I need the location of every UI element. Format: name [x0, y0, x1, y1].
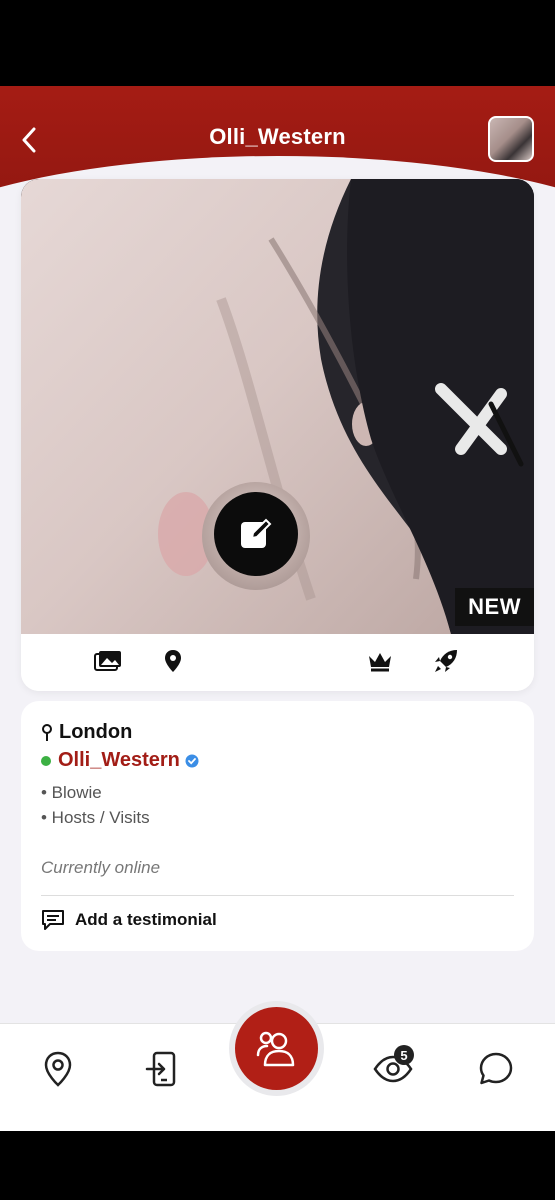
add-testimonial-button[interactable]: Add a testimonial	[41, 909, 217, 931]
page-title: Olli_Western	[209, 124, 346, 149]
views-count-badge: 5	[394, 1045, 414, 1065]
new-badge: NEW	[455, 588, 534, 626]
tab-map[interactable]	[35, 1046, 81, 1092]
online-status: Currently online	[41, 858, 161, 877]
edit-icon	[241, 518, 272, 548]
location-pin-icon	[42, 723, 52, 741]
location-text: London	[59, 721, 133, 743]
boost-button[interactable]	[431, 646, 461, 676]
profile-card: NEW	[21, 179, 534, 691]
profile-info-card: London Olli_Western • Blowie • Hosts / V…	[21, 701, 534, 951]
map-pin-icon	[44, 1051, 72, 1087]
tag-item: • Hosts / Visits	[41, 808, 150, 827]
check-in-icon	[145, 1051, 176, 1087]
location-button[interactable]	[158, 646, 188, 676]
verified-badge-icon	[185, 754, 199, 767]
username-row: Olli_Western	[41, 749, 199, 772]
photos-button[interactable]	[93, 646, 123, 676]
testimonial-label: Add a testimonial	[75, 910, 217, 929]
photos-icon	[94, 651, 121, 671]
rocket-icon	[435, 650, 457, 672]
profile-actions-bar	[21, 634, 534, 691]
crown-icon	[369, 653, 391, 672]
profile-thumbnail[interactable]	[488, 116, 534, 162]
tab-people[interactable]	[235, 1007, 318, 1090]
chat-icon	[479, 1052, 513, 1085]
comment-icon	[42, 910, 64, 930]
location-pin-icon	[165, 650, 181, 672]
online-indicator	[41, 755, 51, 766]
premium-button[interactable]	[365, 646, 395, 676]
location-row: London	[41, 721, 132, 744]
tag-item: • Blowie	[41, 783, 102, 802]
username: Olli_Western	[58, 749, 180, 771]
people-icon	[256, 1031, 294, 1066]
app-screen: Olli_Western NEW London Olli_Western • B…	[0, 86, 555, 1131]
edit-profile-button[interactable]	[214, 492, 298, 576]
tab-chat[interactable]	[473, 1046, 519, 1092]
tab-check-in[interactable]	[138, 1046, 184, 1092]
divider	[41, 895, 514, 896]
